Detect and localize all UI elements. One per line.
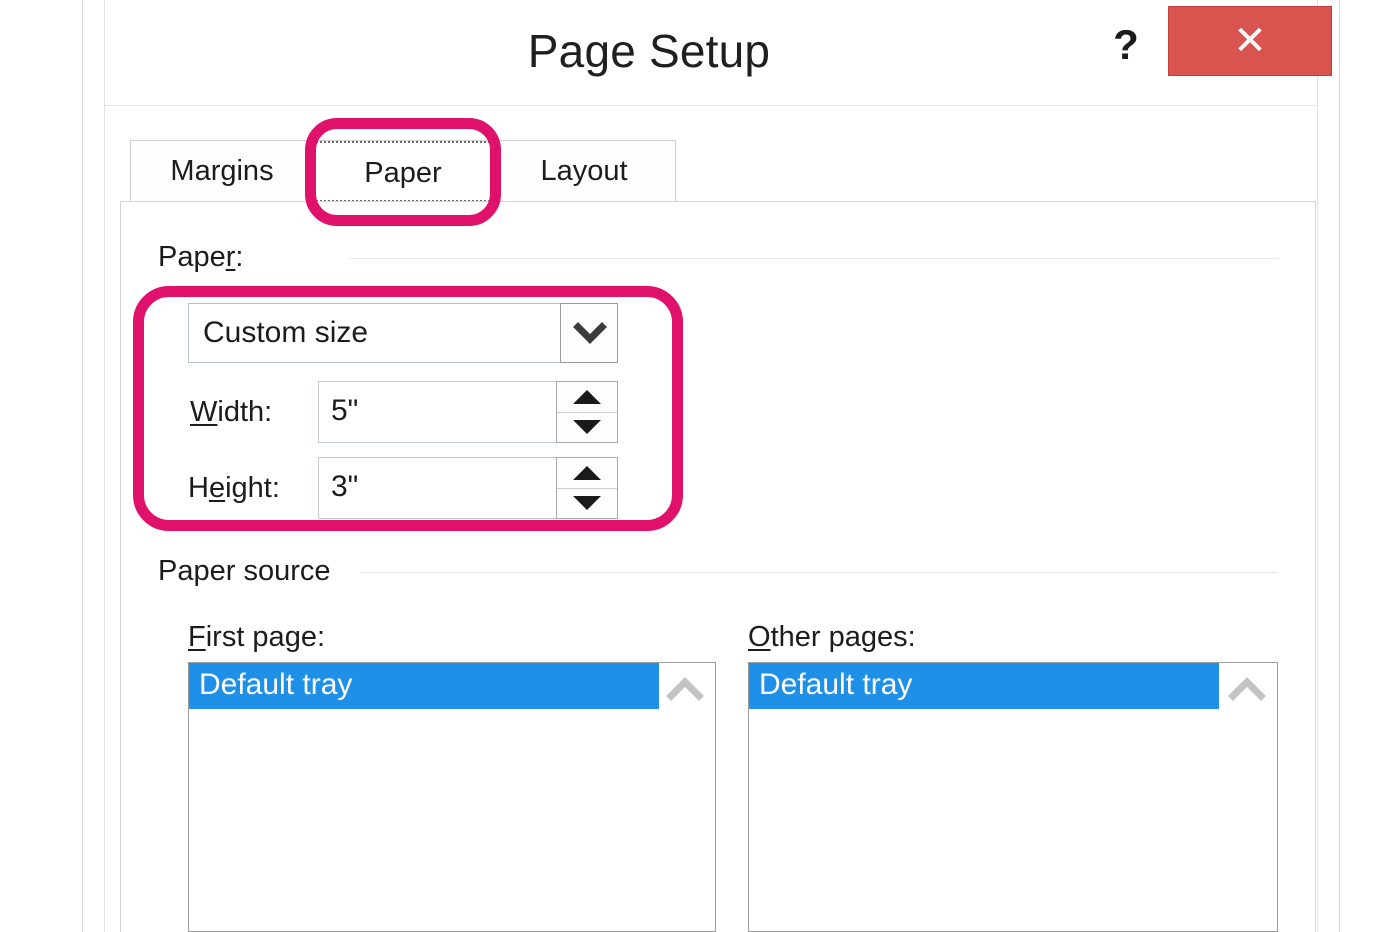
tab-layout[interactable]: Layout <box>493 141 675 202</box>
close-icon: ✕ <box>1233 19 1267 63</box>
paper-source-group-rule <box>360 572 1278 573</box>
height-spinner[interactable]: 3" <box>318 457 618 519</box>
paper-size-label-accelerator: r <box>225 241 236 273</box>
chevron-up-icon[interactable] <box>657 667 713 713</box>
tab-margins[interactable]: Margins <box>131 141 313 202</box>
height-spinner-buttons[interactable] <box>556 457 618 519</box>
height-label-post: ight: <box>225 472 280 504</box>
chevron-down-icon[interactable] <box>560 303 618 363</box>
first-page-label-post: irst page: <box>205 621 326 653</box>
other-pages-listbox[interactable]: Default tray <box>748 662 1278 932</box>
list-item[interactable]: Default tray <box>189 663 659 709</box>
help-button[interactable]: ? <box>1104 22 1148 68</box>
paper-size-group-rule <box>350 258 1278 259</box>
paper-size-label-post: : <box>235 241 244 273</box>
height-spin-down-icon[interactable] <box>557 488 617 518</box>
tab-strip: Margins Paper Layout <box>130 140 676 203</box>
tab-paper[interactable]: Paper <box>313 141 493 202</box>
width-spin-down-icon[interactable] <box>557 412 617 442</box>
first-page-label: First page: <box>188 621 325 654</box>
other-pages-label-accelerator: O <box>748 621 771 653</box>
other-pages-label-post: ther pages: <box>770 621 916 653</box>
page-title: Page Setup <box>527 25 771 77</box>
width-spin-up-icon[interactable] <box>557 382 617 413</box>
screenshot-root: Page Setup ? ✕ Margins Paper Layout Pape… <box>0 0 1400 932</box>
first-page-label-accelerator: F <box>188 621 206 653</box>
other-pages-label: Other pages: <box>748 621 916 654</box>
height-label-pre: H <box>188 472 209 504</box>
dialog-titlebar: Page Setup ? ✕ <box>104 0 1332 100</box>
height-value: 3" <box>331 470 359 503</box>
height-label: Height: <box>188 472 280 505</box>
chevron-up-icon[interactable] <box>1219 667 1275 713</box>
list-item[interactable]: Default tray <box>749 663 1219 709</box>
paper-size-combobox[interactable]: Custom size <box>188 303 618 363</box>
width-label-post: idth: <box>217 396 273 428</box>
close-button[interactable]: ✕ <box>1168 6 1332 76</box>
paper-size-label-pre: Pape <box>158 241 226 273</box>
width-value: 5" <box>331 394 359 427</box>
paper-size-group-label: Paper: <box>158 241 243 274</box>
paper-size-value: Custom size <box>203 316 369 349</box>
first-page-listbox[interactable]: Default tray <box>188 662 716 932</box>
width-label-accelerator: W <box>190 396 218 428</box>
width-spinner[interactable]: 5" <box>318 381 618 443</box>
width-spinner-buttons[interactable] <box>556 381 618 443</box>
height-label-accelerator: e <box>208 472 226 504</box>
height-spin-up-icon[interactable] <box>557 458 617 489</box>
paper-source-group-label: Paper source <box>158 555 331 587</box>
width-label: Width: <box>190 396 272 429</box>
